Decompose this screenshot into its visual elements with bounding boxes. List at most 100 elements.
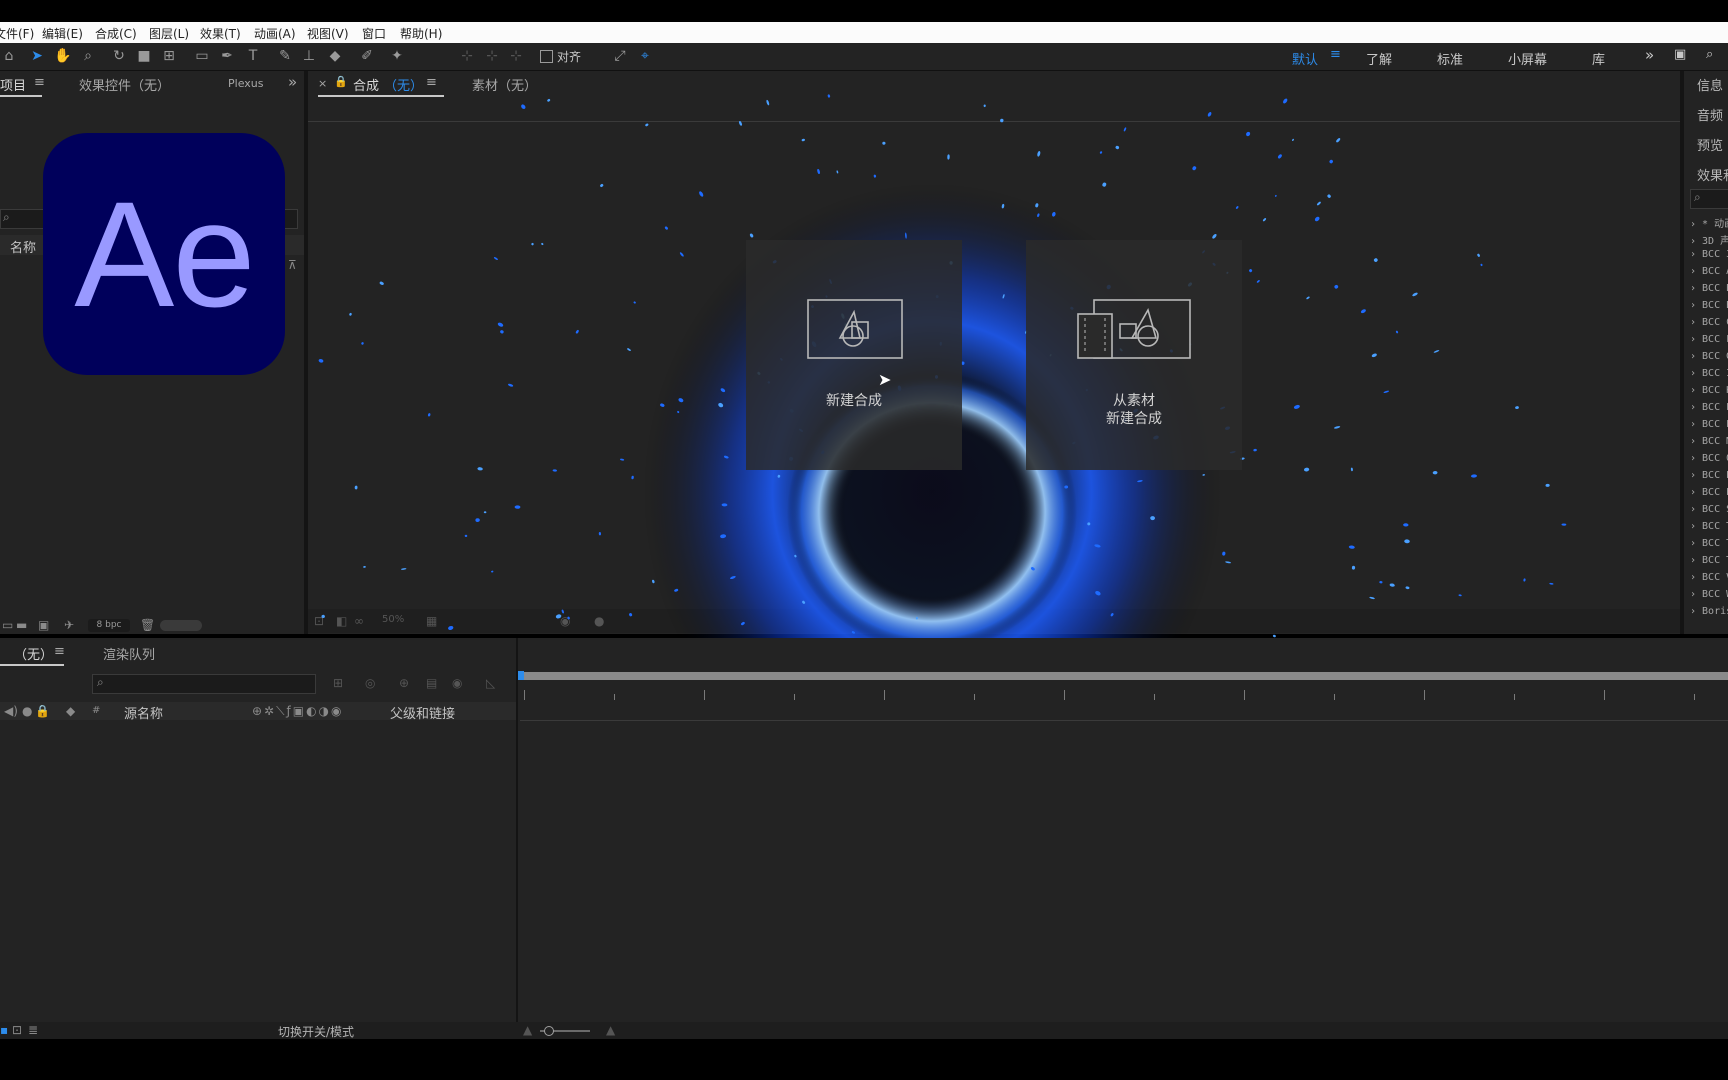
effects-category[interactable]: › BCC F — [1690, 334, 1728, 345]
effects-category[interactable]: › BCC A — [1690, 266, 1728, 277]
menu-window[interactable]: 窗口 — [362, 25, 386, 42]
work-area-start-handle[interactable] — [518, 671, 524, 680]
effects-category[interactable]: › BCC 3D — [1690, 249, 1728, 260]
thumbnail-slider[interactable] — [160, 620, 202, 631]
effects-category[interactable]: › Boris — [1690, 606, 1728, 617]
workspace-standard[interactable]: 标准 — [1437, 49, 1463, 68]
draft-3d-icon[interactable]: ◎ — [365, 676, 375, 690]
column-parent-link[interactable]: 父级和链接 — [390, 703, 455, 722]
tab-timeline-comp[interactable]: （无） — [14, 644, 53, 663]
effects-category[interactable]: › BCC K — [1690, 385, 1728, 396]
pen-tool-icon[interactable]: ✒ — [218, 47, 236, 65]
tab-preview[interactable]: 预览 — [1697, 135, 1723, 154]
menu-layer[interactable]: 图层(L) — [149, 25, 189, 42]
effects-category[interactable]: › BCC B — [1690, 300, 1728, 311]
puppet-tool-icon[interactable]: ✦ — [388, 47, 406, 65]
zoom-out-time-icon[interactable]: ▲ — [523, 1023, 532, 1037]
menu-help[interactable]: 帮助(H) — [400, 25, 442, 42]
new-composition-card[interactable]: 新建合成 — [746, 240, 962, 470]
column-number[interactable]: # — [92, 705, 100, 716]
clone-stamp-tool-icon[interactable]: ⊥ — [300, 47, 318, 65]
effects-category[interactable]: › * 动画预设 — [1690, 215, 1728, 230]
menu-effect[interactable]: 效果(T) — [200, 25, 241, 42]
effects-category[interactable]: › BCC T — [1690, 538, 1728, 549]
time-ruler[interactable] — [520, 682, 1728, 710]
effects-category[interactable]: › BCC P — [1690, 470, 1728, 481]
effects-category[interactable]: › BCC B — [1690, 283, 1728, 294]
more-workspaces-icon[interactable]: » — [1645, 46, 1654, 64]
comp-mini-flowchart-icon[interactable]: ⊞ — [333, 676, 343, 690]
local-axis-icon[interactable]: ⊹ — [458, 47, 476, 65]
hand-tool-icon[interactable]: ✋ — [54, 47, 72, 65]
world-axis-icon[interactable]: ⊹ — [483, 47, 501, 65]
menu-edit[interactable]: 编辑(E) — [42, 25, 83, 42]
panel-overflow-icon[interactable]: » — [288, 73, 297, 91]
selection-tool-icon[interactable]: ➤ — [28, 47, 46, 65]
column-name[interactable]: 名称 — [10, 237, 36, 256]
menu-composition[interactable]: 合成(C) — [95, 25, 137, 42]
tab-plexus[interactable]: Plexus — [228, 77, 263, 90]
camera-tool-icon[interactable]: ■ — [135, 47, 153, 65]
workspace-small-screen[interactable]: 小屏幕 — [1508, 49, 1547, 68]
effects-category[interactable]: › BCC V — [1690, 572, 1728, 583]
tab-project[interactable]: 项目 — [0, 75, 26, 94]
zoom-in-time-icon[interactable]: ▲ — [606, 1023, 615, 1037]
tab-composition-menu-icon[interactable]: ≡ — [426, 75, 437, 90]
type-tool-icon[interactable]: T — [244, 47, 262, 65]
tab-render-queue[interactable]: 渲染队列 — [103, 644, 155, 663]
brush-tool-icon[interactable]: ✎ — [276, 47, 294, 65]
motion-blur-icon[interactable]: ◉ — [452, 676, 462, 690]
help-search-icon[interactable]: ⌕ — [1706, 47, 1713, 62]
bit-depth-button[interactable]: 8 bpc — [88, 619, 130, 632]
workspace-menu-icon[interactable]: ≡ — [1330, 47, 1341, 62]
view-axis-icon[interactable]: ⊹ — [507, 47, 525, 65]
switches-icons[interactable]: ⊕✲⟍ƒ▣◐◑◉ — [252, 704, 343, 719]
transfer-controls-toggle-icon[interactable]: ⊡ — [12, 1023, 22, 1037]
new-comp-from-footage-card[interactable]: 从素材 新建合成 — [1026, 240, 1242, 470]
workspace-default[interactable]: 默认 — [1292, 49, 1318, 68]
effects-category[interactable]: › BCC O — [1690, 453, 1728, 464]
pipeline-icon[interactable]: ✈ — [64, 618, 74, 632]
audio-icon[interactable]: ◀) — [4, 704, 18, 718]
new-composition-icon[interactable]: ▣ — [38, 618, 49, 632]
workspace-toggle-icon[interactable]: ▣ — [1674, 47, 1686, 62]
effects-category[interactable]: › BCC L — [1690, 402, 1728, 413]
effects-category[interactable]: › BCC T — [1690, 521, 1728, 532]
effects-category[interactable]: › BCC C — [1690, 317, 1728, 328]
workspace-learn[interactable]: 了解 — [1366, 49, 1392, 68]
shy-layers-icon[interactable]: ⊕ — [399, 676, 409, 690]
label-icon[interactable]: ◆ — [66, 704, 75, 718]
zoom-tool-icon[interactable]: ⌕ — [79, 47, 97, 65]
rectangle-tool-icon[interactable]: ▭ — [193, 47, 211, 65]
align-checkbox[interactable] — [540, 50, 553, 63]
new-folder-icon[interactable]: ▬ — [16, 618, 27, 632]
tab-info[interactable]: 信息 — [1697, 75, 1723, 94]
menu-view[interactable]: 视图(V) — [307, 25, 349, 42]
in-out-toggle-icon[interactable]: ≣ — [28, 1023, 38, 1037]
home-icon[interactable]: ⌂ — [0, 47, 18, 65]
menu-animation[interactable]: 动画(A) — [254, 25, 296, 42]
lock-column-icon[interactable]: 🔒 — [35, 704, 50, 718]
effects-search-input[interactable]: ⌕ — [1690, 189, 1728, 209]
effects-category[interactable]: › BCC P — [1690, 487, 1728, 498]
effects-category[interactable]: › BCC W — [1690, 589, 1728, 600]
effects-category[interactable]: › 3D 声道 — [1690, 232, 1728, 247]
delete-icon[interactable]: 🗑 — [140, 618, 155, 632]
frame-blending-icon[interactable]: ▤ — [426, 676, 437, 690]
close-tab-icon[interactable]: × — [318, 77, 327, 90]
tab-timeline-menu-icon[interactable]: ≡ — [54, 644, 65, 659]
timeline-search-input[interactable]: ⌕ — [92, 674, 316, 694]
eraser-tool-icon[interactable]: ◆ — [326, 47, 344, 65]
effects-category[interactable]: › BCC G — [1690, 351, 1728, 362]
snap-options-icon[interactable]: ⌖ — [636, 47, 654, 65]
lock-icon[interactable]: 🔒 — [334, 75, 348, 88]
solo-icon[interactable]: ● — [22, 704, 32, 718]
snap-icon[interactable]: ⤢ — [611, 47, 629, 65]
effects-category[interactable]: › BCC M — [1690, 436, 1728, 447]
toggle-switches-modes[interactable]: 切换开关/模式 — [278, 1023, 354, 1040]
flowchart-icon[interactable]: ⊼ — [288, 258, 297, 272]
rotate-tool-icon[interactable]: ↻ — [110, 47, 128, 65]
time-zoom-handle[interactable] — [544, 1026, 554, 1036]
roto-brush-tool-icon[interactable]: ✐ — [358, 47, 376, 65]
tab-effect-controls[interactable]: 效果控件（无） — [79, 75, 170, 94]
